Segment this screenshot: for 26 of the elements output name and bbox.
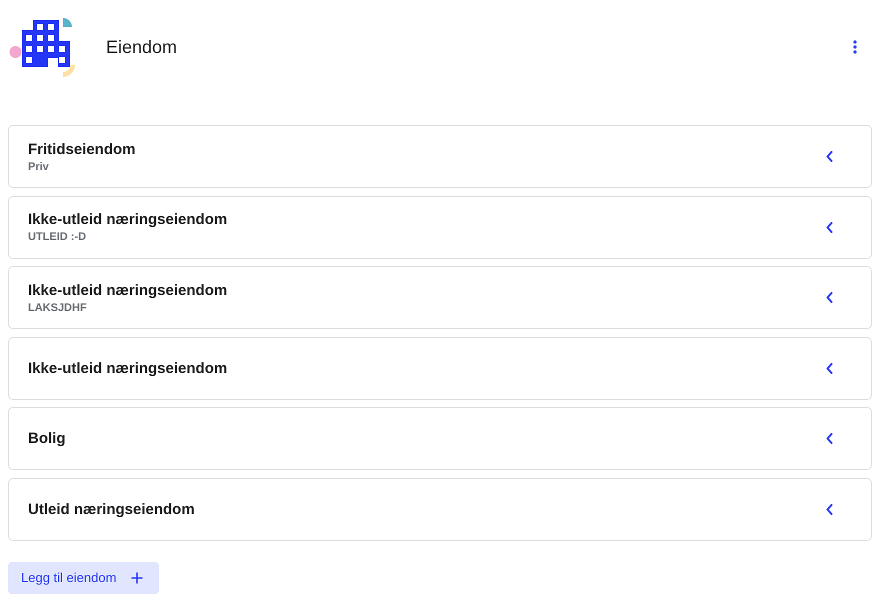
chevron-left-icon: [826, 504, 833, 515]
property-card[interactable]: Ikke-utleid næringseiendom UTLEID :-D: [8, 196, 872, 259]
property-subtitle: UTLEID :-D: [28, 230, 88, 244]
property-subtitle: Priv: [28, 160, 50, 174]
property-title: Fritidseiendom: [28, 140, 136, 158]
property-title: Utleid næringseiendom: [28, 500, 195, 519]
chevron-left-icon: [826, 292, 833, 304]
add-property-button[interactable]: Legg til eiendom: [8, 562, 159, 594]
property-card[interactable]: Bolig: [8, 407, 872, 470]
building-logo-icon: [8, 16, 78, 78]
property-title: Ikke-utleid næringseiendom: [28, 280, 228, 300]
property-card[interactable]: Utleid næringseiendom: [8, 478, 872, 541]
property-card[interactable]: Fritidseiendom Priv: [8, 125, 872, 188]
page-title: Eiendom: [106, 36, 178, 58]
property-card[interactable]: Ikke-utleid næringseiendom: [8, 336, 872, 400]
chevron-left-icon: [826, 151, 833, 162]
chevron-left-icon: [826, 362, 833, 374]
chevron-left-icon: [826, 222, 833, 233]
property-card[interactable]: Ikke-utleid næringseiendom LAKSJDHF: [8, 266, 872, 330]
plus-icon: [131, 572, 143, 584]
property-subtitle: LAKSJDHF: [28, 300, 88, 315]
chevron-left-icon: [826, 433, 833, 444]
property-title: Bolig: [28, 429, 66, 448]
property-title: Ikke-utleid næringseiendom: [28, 210, 228, 230]
property-title: Ikke-utleid næringseiendom: [28, 358, 228, 378]
kebab-menu-icon: [853, 40, 857, 54]
